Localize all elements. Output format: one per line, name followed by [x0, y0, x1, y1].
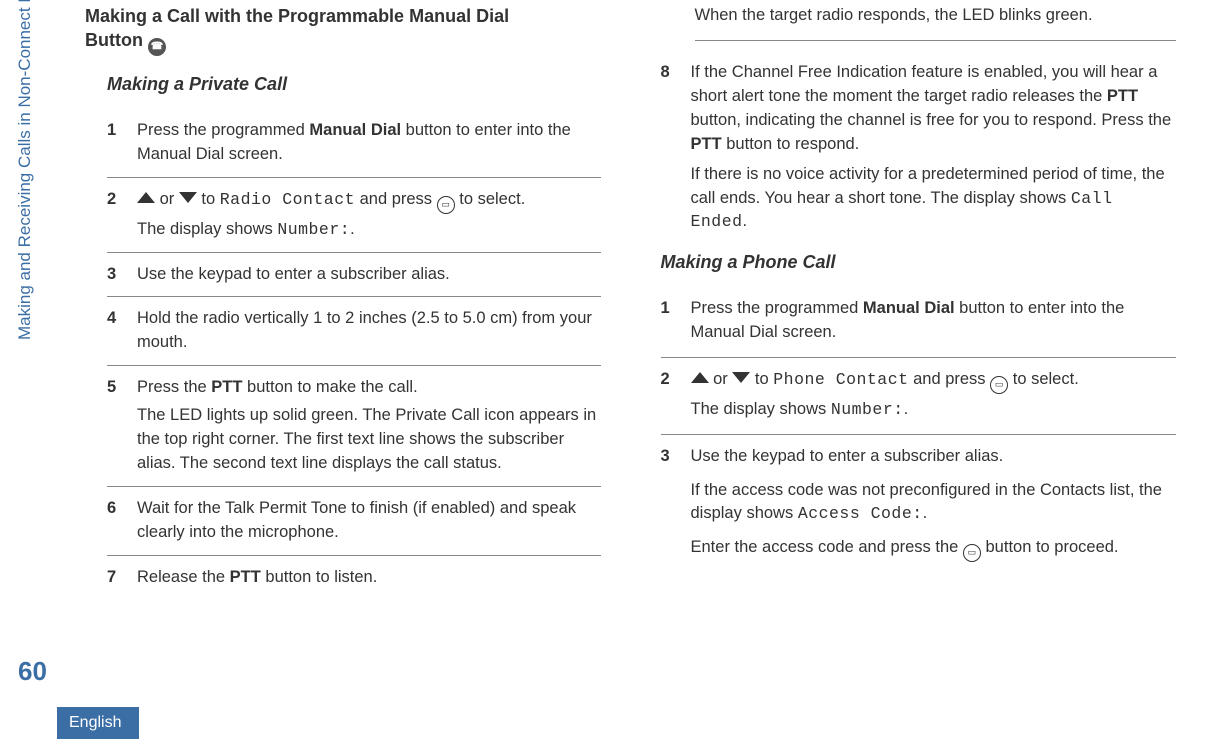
text: button, indicating the channel is free f… [691, 111, 1172, 129]
step-number: 5 [107, 376, 123, 476]
section-label: Making and Receiving Calls in Non-Connec… [15, 0, 35, 340]
step-body: or to Radio Contact and press ▭ to selec… [137, 188, 525, 241]
step-3: 3 Use the keypad to enter a subscriber a… [107, 253, 601, 298]
text: to [197, 190, 220, 208]
step-body: Release the PTT button to listen. [137, 566, 377, 590]
step-body: Press the programmed Manual Dial button … [137, 119, 601, 167]
text: to select. [455, 190, 526, 208]
step-body: Use the keypad to enter a subscriber ali… [137, 263, 450, 287]
down-arrow-icon [732, 372, 750, 383]
text: to [750, 370, 773, 388]
sidebar: Making and Receiving Calls in Non-Connec… [0, 0, 60, 747]
text: Use the keypad to enter a subscriber ali… [691, 445, 1177, 469]
step-6: 6 Wait for the Talk Permit Tone to finis… [107, 487, 601, 556]
step-number: 2 [107, 188, 123, 241]
text: or [155, 190, 179, 208]
step-4: 4 Hold the radio vertically 1 to 2 inche… [107, 297, 601, 366]
up-arrow-icon [137, 192, 155, 203]
step-number: 3 [661, 445, 677, 562]
step-number: 4 [107, 307, 123, 355]
left-column: Making a Call with the Programmable Manu… [85, 4, 601, 600]
text: The display shows [137, 220, 277, 238]
step-number: 6 [107, 497, 123, 545]
page-number: 60 [18, 656, 47, 687]
text: and press [355, 190, 437, 208]
step-8: 8 If the Channel Free Indication feature… [661, 51, 1177, 244]
up-arrow-icon [691, 372, 709, 383]
ptt-label: PTT [211, 378, 242, 396]
access-code-label: Access Code: [798, 504, 923, 523]
phone-step-2: 2 or to Phone Contact and press ▭ to sel… [661, 358, 1177, 434]
step-number: 7 [107, 566, 123, 590]
step-number: 3 [107, 263, 123, 287]
continuation-text: When the target radio responds, the LED … [695, 4, 1177, 41]
step-number: 8 [661, 61, 677, 234]
text: Hold the radio vertically 1 to 2 inches … [137, 307, 601, 355]
text: If the Channel Free Indication feature i… [691, 63, 1158, 105]
step-body: If the Channel Free Indication feature i… [691, 61, 1177, 234]
step-body: Use the keypad to enter a subscriber ali… [691, 445, 1177, 562]
text: button to proceed. [981, 538, 1119, 556]
text: button to make the call. [242, 378, 417, 396]
step-body: or to Phone Contact and press ▭ to selec… [691, 368, 1079, 421]
text: Press the programmed [137, 121, 309, 139]
text: and press [909, 370, 991, 388]
ptt-label: PTT [691, 135, 722, 153]
text: to select. [1008, 370, 1079, 388]
text: Release the [137, 568, 230, 586]
down-arrow-icon [179, 192, 197, 203]
step-body: Press the PTT button to make the call. T… [137, 376, 601, 476]
step-body: Wait for the Talk Permit Tone to finish … [137, 497, 601, 545]
right-column: When the target radio responds, the LED … [661, 4, 1177, 600]
text: The LED lights up solid green. The Priva… [137, 404, 601, 476]
phone-step-1: 1 Press the programmed Manual Dial butto… [661, 287, 1177, 358]
ok-button-icon: ▭ [963, 544, 981, 562]
number-label: Number: [277, 220, 350, 239]
step-number: 1 [107, 119, 123, 167]
step-7: 7 Release the PTT button to listen. [107, 556, 601, 600]
text: The display shows [691, 400, 831, 418]
step-1: 1 Press the programmed Manual Dial butto… [107, 109, 601, 178]
phone-icon: ☎ [148, 38, 166, 56]
step-number: 2 [661, 368, 677, 421]
text: Use the keypad to enter a subscriber ali… [137, 263, 450, 287]
ptt-label: PTT [1107, 87, 1138, 105]
ptt-label: PTT [230, 568, 261, 586]
text: Press the [137, 378, 211, 396]
phone-step-3: 3 Use the keypad to enter a subscriber a… [661, 435, 1177, 572]
step-2: 2 or to Radio Contact and press ▭ to sel… [107, 178, 601, 252]
ok-button-icon: ▭ [990, 376, 1008, 394]
text: button to respond. [722, 135, 860, 153]
text: button to listen. [261, 568, 378, 586]
step-number: 1 [661, 297, 677, 345]
step-5: 5 Press the PTT button to make the call.… [107, 366, 601, 487]
step-body: Hold the radio vertically 1 to 2 inches … [137, 307, 601, 355]
title-line-2: Button [85, 30, 148, 50]
text: or [709, 370, 733, 388]
text: Press the programmed [691, 299, 863, 317]
phone-contact-label: Phone Contact [773, 370, 908, 389]
manual-dial-label: Manual Dial [309, 121, 401, 139]
number-label: Number: [831, 400, 904, 419]
manual-dial-label: Manual Dial [863, 299, 955, 317]
phone-call-steps: 1 Press the programmed Manual Dial butto… [661, 287, 1177, 572]
step-body: Press the programmed Manual Dial button … [691, 297, 1177, 345]
main-title: Making a Call with the Programmable Manu… [85, 4, 601, 56]
phone-call-subtitle: Making a Phone Call [661, 252, 1177, 273]
private-call-subtitle: Making a Private Call [107, 74, 601, 95]
language-badge: English [57, 707, 139, 739]
radio-contact-label: Radio Contact [220, 190, 355, 209]
private-call-steps: 1 Press the programmed Manual Dial butto… [107, 109, 601, 599]
text: Enter the access code and press the [691, 538, 963, 556]
title-line-1: Making a Call with the Programmable Manu… [85, 6, 509, 26]
text: Wait for the Talk Permit Tone to finish … [137, 497, 601, 545]
page-content: Making a Call with the Programmable Manu… [85, 4, 1176, 600]
ok-button-icon: ▭ [437, 196, 455, 214]
text: If the access code was not preconfigured… [691, 481, 1162, 523]
